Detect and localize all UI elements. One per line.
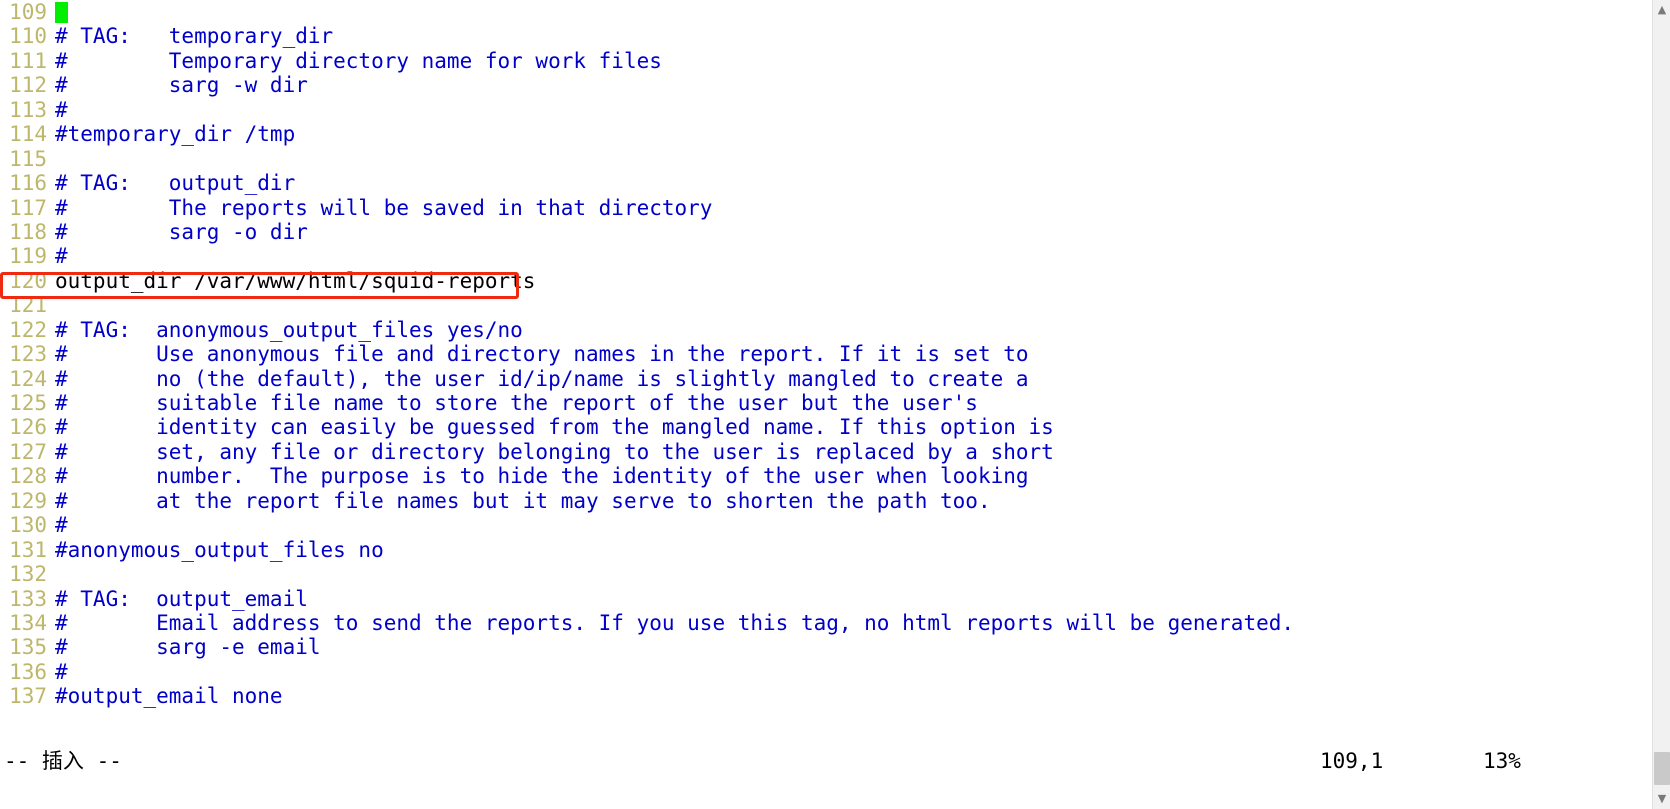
line-text: # <box>55 97 68 122</box>
line-text: # <box>55 659 68 684</box>
line-text: # number. The purpose is to hide the ide… <box>55 464 1029 489</box>
line-number: 118 <box>9 219 47 244</box>
line-text: #output_email none <box>55 684 283 709</box>
line-number: 132 <box>9 562 47 587</box>
vertical-scrollbar[interactable]: ▲ ▼ <box>1652 0 1670 809</box>
editor-line[interactable]: 114 #temporary_dir /tmp <box>0 122 1670 146</box>
line-number: 115 <box>9 146 47 171</box>
line-text <box>47 562 55 586</box>
editor-line[interactable]: 130 # <box>0 513 1670 537</box>
editor-line[interactable]: 122 # TAG: anonymous_output_files yes/no <box>0 318 1670 342</box>
editor-line[interactable]: 120 output_dir /var/www/html/squid-report… <box>0 269 1670 293</box>
line-text: # TAG: temporary_dir <box>55 24 334 49</box>
line-text: # TAG: anonymous_output_files yes/no <box>55 317 523 342</box>
line-number: 131 <box>9 537 47 562</box>
line-text: # Use anonymous file and directory names… <box>55 342 1029 367</box>
editor-line[interactable]: 111 # Temporary directory name for work f… <box>0 49 1670 73</box>
line-number: 134 <box>9 610 47 635</box>
line-text: output_dir /var/www/html/squid-reports <box>55 268 536 293</box>
line-text: # The reports will be saved in that dire… <box>55 195 713 220</box>
line-number: 123 <box>9 342 47 367</box>
status-mode-indicator: -- 插入 -- <box>4 749 122 773</box>
line-text: # Temporary directory name for work file… <box>55 48 662 73</box>
line-text: # no (the default), the user id/ip/name … <box>55 366 1029 391</box>
editor-line[interactable]: 124 # no (the default), the user id/ip/na… <box>0 367 1670 391</box>
editor-line[interactable]: 115 <box>0 147 1670 171</box>
line-number: 124 <box>9 366 47 391</box>
line-text: #temporary_dir /tmp <box>55 122 296 147</box>
line-number: 130 <box>9 513 47 538</box>
editor-line[interactable]: 113 # <box>0 98 1670 122</box>
status-cursor-position: 109,1 <box>1320 749 1384 773</box>
editor-line[interactable]: 109 <box>0 0 1670 24</box>
line-text: # TAG: output_email <box>55 586 308 611</box>
editor-line[interactable]: 117 # The reports will be saved in that d… <box>0 196 1670 220</box>
line-text: # sarg -w dir <box>55 73 308 98</box>
editor-line[interactable]: 136 # <box>0 660 1670 684</box>
line-number: 122 <box>9 317 47 342</box>
line-text: # TAG: output_dir <box>55 171 296 196</box>
line-number: 128 <box>9 464 47 489</box>
line-text <box>47 147 55 171</box>
editor-line[interactable]: 126 # identity can easily be guessed from… <box>0 415 1670 439</box>
editor-line[interactable]: 121 <box>0 293 1670 317</box>
editor-line[interactable]: 129 # at the report file names but it may… <box>0 489 1670 513</box>
line-number: 110 <box>9 24 47 49</box>
line-number: 119 <box>9 244 47 269</box>
editor-line[interactable]: 133 # TAG: output_email <box>0 587 1670 611</box>
line-number: 113 <box>9 97 47 122</box>
line-text <box>47 0 55 24</box>
vim-window: 109 110 # TAG: temporary_dir 111 # Temporary… <box>0 0 1670 809</box>
line-text: # at the report file names but it may se… <box>55 488 991 513</box>
line-number: 109 <box>9 0 47 24</box>
line-number: 117 <box>9 195 47 220</box>
line-number: 135 <box>9 635 47 660</box>
editor-line[interactable]: 112 # sarg -w dir <box>0 73 1670 97</box>
line-number: 112 <box>9 73 47 98</box>
line-text: # <box>55 513 68 538</box>
line-text: # Email address to send the reports. If … <box>55 610 1295 635</box>
line-text <box>47 293 55 317</box>
line-number: 133 <box>9 586 47 611</box>
line-text: # set, any file or directory belonging t… <box>55 439 1054 464</box>
line-text: # identity can easily be guessed from th… <box>55 415 1054 440</box>
editor-line[interactable]: 135 # sarg -e email <box>0 635 1670 659</box>
line-text: # suitable file name to store the report… <box>55 391 978 415</box>
status-line: -- 插入 -- 109,1 13% <box>0 748 1652 774</box>
editor-line[interactable]: 119 # <box>0 244 1670 268</box>
editor-line[interactable]: 110 # TAG: temporary_dir <box>0 24 1670 48</box>
line-number: 120 <box>9 268 47 293</box>
line-number: 137 <box>9 684 47 709</box>
editor-line[interactable]: 123 # Use anonymous file and directory na… <box>0 342 1670 366</box>
chevron-up-icon[interactable]: ▲ <box>1653 1 1670 19</box>
line-number: 111 <box>9 48 47 73</box>
editor-text-area[interactable]: 109 110 # TAG: temporary_dir 111 # Temporary… <box>0 0 1670 809</box>
chevron-down-icon[interactable]: ▼ <box>1653 790 1670 808</box>
editor-line[interactable]: 125 # suitable file name to store the rep… <box>0 391 1670 415</box>
scrollbar-thumb[interactable] <box>1654 752 1670 785</box>
line-text: # <box>55 244 68 269</box>
line-text: # sarg -e email <box>55 635 321 660</box>
editor-line[interactable]: 132 <box>0 562 1670 586</box>
text-cursor <box>55 2 68 23</box>
status-file-percent: 13% <box>1483 749 1521 773</box>
line-number: 126 <box>9 415 47 440</box>
editor-line[interactable]: 127 # set, any file or directory belongin… <box>0 440 1670 464</box>
line-number: 136 <box>9 659 47 684</box>
line-text: # sarg -o dir <box>55 219 308 244</box>
line-number: 116 <box>9 171 47 196</box>
line-number: 121 <box>9 293 47 318</box>
editor-line[interactable]: 128 # number. The purpose is to hide the … <box>0 464 1670 488</box>
line-number: 125 <box>9 391 47 415</box>
editor-line[interactable]: 116 # TAG: output_dir <box>0 171 1670 195</box>
line-number: 127 <box>9 439 47 464</box>
editor-line[interactable]: 137 #output_email none <box>0 684 1670 708</box>
line-number: 129 <box>9 488 47 513</box>
editor-line[interactable]: 118 # sarg -o dir <box>0 220 1670 244</box>
line-text: #anonymous_output_files no <box>55 537 384 562</box>
editor-line[interactable]: 131 #anonymous_output_files no <box>0 538 1670 562</box>
editor-line[interactable]: 134 # Email address to send the reports. … <box>0 611 1670 635</box>
line-number: 114 <box>9 122 47 147</box>
